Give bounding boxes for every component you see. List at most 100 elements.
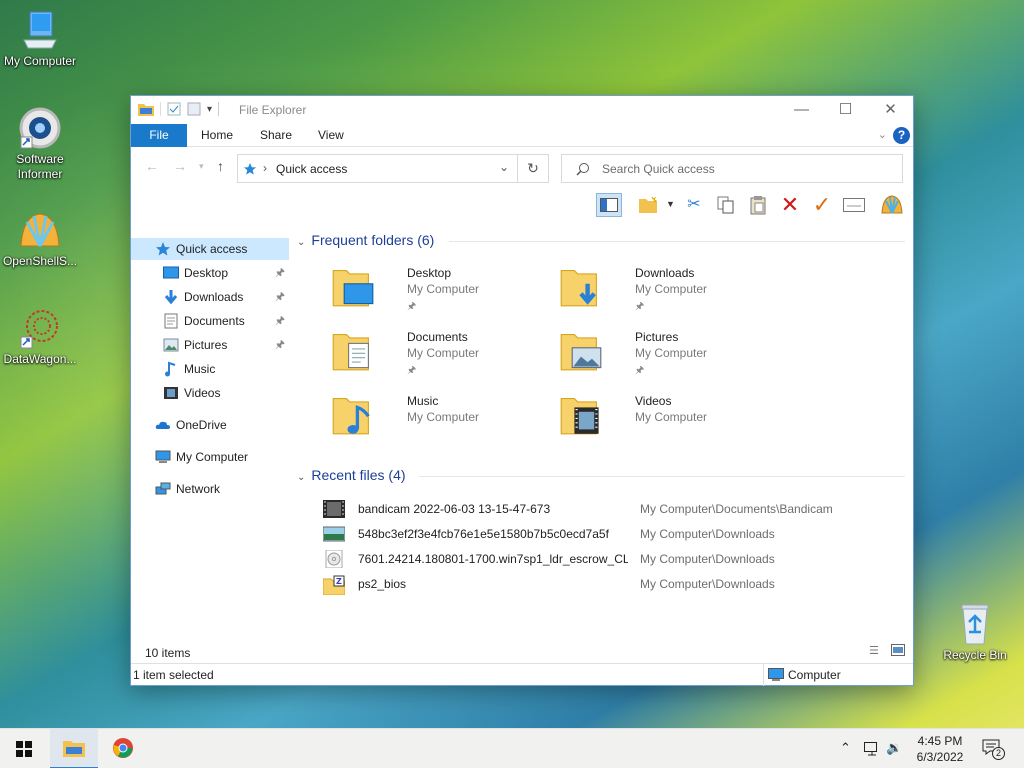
- shell-icon: [881, 195, 903, 214]
- sidebar-item-music[interactable]: Music: [131, 358, 289, 380]
- file-name: bandicam 2022-06-03 13-15-47-673: [358, 502, 551, 516]
- search-input[interactable]: Search Quick access: [561, 154, 903, 183]
- address-bar[interactable]: › Quick access ⌄: [237, 154, 518, 183]
- desktop-icon-my-computer[interactable]: My Computer: [0, 10, 80, 69]
- sidebar-item-desktop[interactable]: Desktop 🖈: [131, 262, 289, 284]
- new-folder-button[interactable]: [635, 193, 661, 217]
- clock-time: 4:45 PM: [917, 734, 963, 748]
- ribbon-tabs: File Home Share View ⌄ ?: [131, 124, 913, 147]
- divider: [419, 476, 905, 477]
- properties-icon[interactable]: [167, 102, 181, 116]
- taskbar-chrome[interactable]: [99, 729, 147, 768]
- pin-icon[interactable]: 🖈: [275, 334, 285, 356]
- properties-button[interactable]: ✓: [809, 193, 835, 217]
- tab-share[interactable]: Share: [260, 124, 292, 147]
- desktop-icon-recycle-bin[interactable]: Recycle Bin: [935, 602, 1015, 663]
- up-arrow-icon[interactable]: ↑: [217, 158, 224, 174]
- action-center-button[interactable]: 2: [982, 739, 1006, 761]
- start-button[interactable]: [0, 729, 48, 768]
- back-arrow-icon[interactable]: ←: [145, 158, 159, 174]
- sidebar-item-network[interactable]: Network: [131, 478, 289, 500]
- tab-view[interactable]: View: [318, 124, 344, 147]
- folder-location: My Computer: [635, 282, 708, 296]
- help-icon[interactable]: ?: [893, 127, 910, 144]
- folder-icon[interactable]: [138, 102, 154, 116]
- list-item[interactable]: 548bc3ef2f3e4fcb76e1e5e1580b7b5c0ecd7a5f…: [323, 522, 903, 546]
- list-item[interactable]: bandicam 2022-06-03 13-15-47-673 My Comp…: [323, 497, 903, 521]
- title-bar[interactable]: ▾ File Explorer — ☐ ✕: [131, 96, 913, 124]
- list-item[interactable]: Z ps2_bios My Computer\Downloads: [323, 572, 903, 596]
- show-hidden-icons-icon[interactable]: ⌃: [840, 740, 851, 756]
- desktop-icon-label: OpenShellS...: [2, 254, 78, 268]
- network-icon[interactable]: [864, 742, 880, 756]
- large-icons-view-icon[interactable]: [891, 644, 909, 658]
- folder-tile-videos[interactable]: Videos My Computer: [547, 390, 767, 446]
- collapse-chevron-icon[interactable]: ⌄: [297, 472, 305, 483]
- cut-button[interactable]: ✂: [681, 193, 707, 217]
- tab-home[interactable]: Home: [201, 124, 233, 147]
- desktop-icon-openshell[interactable]: OpenShellS...: [0, 210, 80, 269]
- clock[interactable]: 4:45 PM 6/3/2022: [907, 733, 973, 765]
- volume-icon[interactable]: 🔉: [886, 740, 902, 756]
- item-count: 10 items: [145, 646, 191, 660]
- sidebar-item-my-computer[interactable]: My Computer: [131, 446, 289, 468]
- folder-tile-music[interactable]: Music My Computer: [319, 390, 539, 446]
- folder-tile-downloads[interactable]: Downloads My Computer 🖈: [547, 262, 767, 318]
- expand-ribbon-icon[interactable]: ⌄: [878, 128, 887, 141]
- breadcrumb-chevron-icon[interactable]: ›: [263, 161, 267, 175]
- sidebar-item-label: Videos: [184, 386, 221, 400]
- recent-locations-chevron-icon[interactable]: ▾: [199, 161, 204, 172]
- sidebar-item-pictures[interactable]: Pictures 🖈: [131, 334, 289, 356]
- network-icon: [155, 482, 171, 495]
- forward-arrow-icon[interactable]: →: [173, 158, 187, 174]
- sidebar-item-quick-access[interactable]: Quick access: [131, 238, 289, 260]
- paste-button[interactable]: [745, 193, 771, 217]
- shell-settings-button[interactable]: [879, 193, 905, 217]
- chrome-icon: [113, 738, 133, 758]
- taskbar-file-explorer[interactable]: [50, 729, 98, 768]
- refresh-button[interactable]: ↻: [518, 154, 549, 183]
- music-folder-icon: [332, 398, 370, 435]
- desktop-icon: [163, 266, 179, 279]
- document-icon: [164, 313, 178, 329]
- minimize-button[interactable]: —: [779, 98, 824, 122]
- folder-tile-desktop[interactable]: Desktop My Computer 🖈: [319, 262, 539, 318]
- folder-name: Documents: [407, 330, 468, 344]
- email-icon: [843, 198, 865, 212]
- folder-name: Pictures: [635, 330, 679, 344]
- customize-qat-icon[interactable]: ▾: [207, 104, 212, 115]
- details-bar: 1 item selected Computer: [131, 663, 913, 686]
- address-dropdown-icon[interactable]: ⌄: [499, 160, 509, 174]
- folder-icon: [63, 741, 85, 757]
- folder-tile-documents[interactable]: Documents My Computer 🖈: [319, 326, 539, 382]
- command-toolbar: ▼ ✂ ✕ ✓: [131, 190, 913, 220]
- pin-icon[interactable]: 🖈: [275, 262, 285, 284]
- tab-file[interactable]: File: [131, 124, 187, 147]
- recent-header[interactable]: ⌄ Recent files (4): [297, 467, 406, 483]
- sidebar-item-label: Network: [176, 482, 221, 496]
- sidebar-item-videos[interactable]: Videos: [131, 382, 289, 404]
- folder-tile-pictures[interactable]: Pictures My Computer 🖈: [547, 326, 767, 382]
- copy-button[interactable]: [713, 193, 739, 217]
- email-button[interactable]: [841, 193, 867, 217]
- delete-button[interactable]: ✕: [777, 193, 803, 217]
- selection-count: 1 item selected: [133, 668, 214, 682]
- desktop-icon-datawagon[interactable]: DataWagon...: [0, 306, 80, 367]
- desktop-icon-software-informer[interactable]: Software Informer: [0, 106, 80, 182]
- maximize-button[interactable]: ☐: [823, 98, 868, 122]
- close-button[interactable]: ✕: [868, 98, 913, 122]
- details-view-icon[interactable]: ☰: [869, 644, 887, 658]
- desktop-icon-label: DataWagon...: [3, 352, 77, 366]
- sidebar-item-onedrive[interactable]: OneDrive: [131, 414, 289, 436]
- collapse-chevron-icon[interactable]: ⌄: [297, 237, 305, 248]
- new-folder-dropdown-icon[interactable]: ▼: [666, 199, 675, 209]
- pin-icon[interactable]: 🖈: [275, 286, 285, 308]
- list-item[interactable]: 7601.24214.180801-1700.win7sp1_ldr_escro…: [323, 547, 903, 571]
- new-folder-icon[interactable]: [187, 102, 201, 116]
- file-path: My Computer\Downloads: [640, 552, 775, 566]
- sidebar-item-documents[interactable]: Documents 🖈: [131, 310, 289, 332]
- frequent-folders-header[interactable]: ⌄ Frequent folders (6): [297, 232, 434, 248]
- preview-pane-button[interactable]: [596, 193, 622, 217]
- pin-icon[interactable]: 🖈: [275, 310, 285, 332]
- sidebar-item-downloads[interactable]: Downloads 🖈: [131, 286, 289, 308]
